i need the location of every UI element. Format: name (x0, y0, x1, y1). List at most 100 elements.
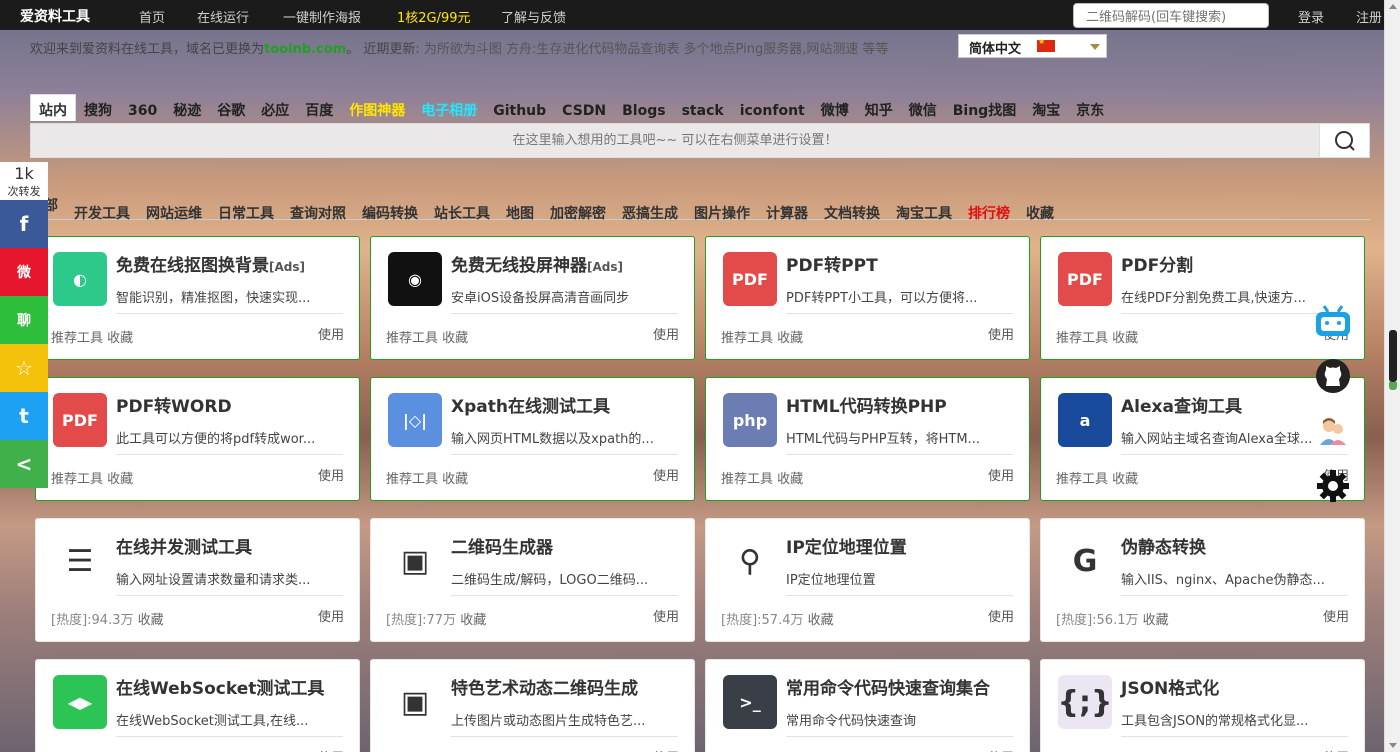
engine-tab[interactable]: 微博 (813, 95, 857, 122)
engine-tab[interactable]: 站内 (30, 94, 76, 121)
weibo-share-button[interactable]: 微 (0, 248, 48, 296)
category-tab[interactable]: 站长工具 (426, 198, 498, 226)
favorite-link[interactable]: 推荐工具 收藏 (386, 331, 468, 346)
github-button[interactable] (1312, 355, 1354, 397)
tool-title[interactable]: PDF转PPT (786, 251, 878, 276)
favorite-share-button[interactable]: ☆ (0, 344, 48, 392)
use-button[interactable]: 使用 (318, 324, 344, 343)
category-tab[interactable]: 开发工具 (66, 198, 138, 226)
tool-card[interactable]: ☰ 在线并发测试工具 输入网址设置请求数量和请求类... [热度]:94.3万 收藏 使… (35, 518, 360, 642)
scroll-up-arrow-icon[interactable] (1389, 4, 1397, 9)
tool-card[interactable]: ◐ 免费在线抠图换背景[Ads] 智能识别，精准抠图，快速实现... 推荐工具 收藏 使… (35, 236, 360, 360)
tool-card[interactable]: PDF PDF转WORD 此工具可以方便的将pdf转成wor... 推荐工具 收藏 使用 (35, 377, 360, 501)
tool-card[interactable]: ⚲ IP定位地理位置 IP定位地理位置 [热度]:57.4万 收藏 使用 (705, 518, 1030, 642)
tool-title[interactable]: 伪静态转换 (1121, 533, 1206, 558)
tool-title[interactable]: PDF分割 (1121, 251, 1193, 276)
tool-card[interactable]: php HTML代码转换PHP HTML代码与PHP互转，将HTM... 推荐工具 收… (705, 377, 1030, 501)
domain-link[interactable]: toolnb.com (264, 42, 346, 57)
wechat-share-button[interactable]: 聊 (0, 296, 48, 344)
engine-tab[interactable]: Blogs (614, 98, 673, 125)
favorite-link[interactable]: 推荐工具 收藏 (51, 472, 133, 487)
engine-tab[interactable]: 360 (120, 98, 165, 125)
category-tab[interactable]: 淘宝工具 (888, 198, 960, 226)
use-button[interactable]: 使用 (318, 747, 344, 752)
engine-tab[interactable]: Bing找图 (945, 95, 1024, 122)
recent-updates[interactable]: 为所欲为斗图 方舟:生存进化代码物品查询表 多个地点Ping服务器,网站测速 等… (424, 42, 889, 57)
tool-card[interactable]: ▣ 二维码生成器 二维码生成/解码，LOGO二维码... [热度]:77万 收藏 使用 (370, 518, 695, 642)
tool-title[interactable]: 免费无线投屏神器[Ads] (451, 251, 623, 276)
category-tab[interactable]: 地图 (498, 198, 542, 226)
page-scrollbar[interactable] (1384, 0, 1400, 752)
settings-button[interactable] (1312, 465, 1354, 507)
use-button[interactable]: 使用 (653, 606, 679, 625)
nav-feedback[interactable]: 了解与反馈 (501, 7, 566, 26)
tool-title[interactable]: Alexa查询工具 (1121, 392, 1242, 417)
favorite-link[interactable]: 收藏 (133, 613, 164, 628)
tool-title[interactable]: Xpath在线测试工具 (451, 392, 610, 417)
engine-tab[interactable]: 知乎 (857, 95, 901, 122)
nav-poster[interactable]: 一键制作海报 (283, 7, 361, 26)
tool-card[interactable]: >_常用命令代码快速查询集合常用命令代码快速查询[热度]: 收藏使用 (705, 659, 1030, 752)
tool-card[interactable]: G 伪静态转换 输入IIS、nginx、Apache伪静态... [热度]:56.1万… (1040, 518, 1365, 642)
tool-card[interactable]: {;}JSON格式化工具包含JSON的常规格式化显...[热度]: 收藏使用 (1040, 659, 1365, 752)
tool-search-input[interactable] (31, 124, 1319, 157)
category-tab[interactable]: 收藏 (1018, 198, 1062, 226)
engine-tab[interactable]: 百度 (297, 95, 341, 122)
bilibili-button[interactable] (1312, 300, 1354, 342)
engine-tab[interactable]: 谷歌 (209, 95, 253, 122)
facebook-share-button[interactable]: f (0, 200, 48, 248)
favorite-link[interactable]: 推荐工具 收藏 (1056, 331, 1138, 346)
tool-title[interactable]: JSON格式化 (1121, 674, 1219, 699)
category-tab[interactable]: 网站运维 (138, 198, 210, 226)
use-button[interactable]: 使用 (988, 324, 1014, 343)
favorite-link[interactable]: 推荐工具 收藏 (721, 331, 803, 346)
use-button[interactable]: 使用 (988, 747, 1014, 752)
use-button[interactable]: 使用 (653, 747, 679, 752)
category-tab[interactable]: 恶搞生成 (614, 198, 686, 226)
engine-tab[interactable]: stack (674, 98, 732, 125)
qrcode-decode-search-input[interactable] (1073, 3, 1269, 28)
engine-tab[interactable]: 搜狗 (76, 95, 120, 122)
nav-online-run[interactable]: 在线运行 (197, 7, 249, 26)
tool-card[interactable]: ◉ 免费无线投屏神器[Ads] 安卓iOS设备投屏高清音画同步 推荐工具 收藏 使用 (370, 236, 695, 360)
use-button[interactable]: 使用 (653, 324, 679, 343)
category-tab[interactable]: 日常工具 (210, 198, 282, 226)
use-button[interactable]: 使用 (988, 465, 1014, 484)
tool-card[interactable]: ◀▶在线WebSocket测试工具在线WebSocket测试工具,在线...[热… (35, 659, 360, 752)
tool-card[interactable]: PDF PDF转PPT PDF转PPT小工具，可以方便将... 推荐工具 收藏 使用 (705, 236, 1030, 360)
category-tab[interactable]: 排行榜 (960, 198, 1018, 226)
favorite-link[interactable]: 推荐工具 收藏 (721, 472, 803, 487)
community-button[interactable] (1312, 410, 1354, 452)
engine-tab[interactable]: Github (485, 98, 554, 125)
tool-card[interactable]: |◇| Xpath在线测试工具 输入网页HTML数据以及xpath的... 推荐工具 … (370, 377, 695, 501)
engine-tab[interactable]: 电子相册 (413, 95, 485, 122)
engine-tab[interactable]: 淘宝 (1024, 95, 1068, 122)
tool-title[interactable]: 特色艺术动态二维码生成 (451, 674, 638, 699)
use-button[interactable]: 使用 (988, 606, 1014, 625)
scroll-down-arrow-icon[interactable] (1389, 743, 1397, 748)
favorite-link[interactable]: 推荐工具 收藏 (1056, 472, 1138, 487)
login-link[interactable]: 登录 (1298, 7, 1324, 26)
use-button[interactable]: 使用 (653, 465, 679, 484)
tool-title[interactable]: IP定位地理位置 (786, 533, 907, 558)
favorite-link[interactable]: 收藏 (803, 613, 834, 628)
tool-title[interactable]: PDF转WORD (116, 392, 232, 417)
engine-tab[interactable]: 微信 (901, 95, 945, 122)
engine-tab[interactable]: CSDN (554, 98, 614, 125)
tool-title[interactable]: 常用命令代码快速查询集合 (786, 674, 990, 699)
engine-tab[interactable]: 秘迹 (165, 95, 209, 122)
more-share-button[interactable]: < (0, 440, 48, 488)
engine-tab[interactable]: 京东 (1068, 95, 1112, 122)
favorite-link[interactable]: 收藏 (456, 613, 486, 628)
register-link[interactable]: 注册 (1356, 7, 1382, 26)
category-tab[interactable]: 文档转换 (816, 198, 888, 226)
engine-tab[interactable]: 作图神器 (341, 95, 413, 122)
language-select[interactable]: 简体中文 (958, 34, 1107, 58)
tool-title[interactable]: HTML代码转换PHP (786, 392, 947, 417)
tool-card[interactable]: ▣特色艺术动态二维码生成上传图片或动态图片生成特色艺...[热度]: 收藏使用 (370, 659, 695, 752)
nav-server-promo[interactable]: 1核2G/99元 (397, 7, 471, 26)
engine-tab[interactable]: 必应 (253, 95, 297, 122)
site-logo[interactable]: 爱资料工具 (20, 6, 90, 26)
engine-tab[interactable]: iconfont (732, 98, 813, 125)
search-button[interactable] (1319, 124, 1369, 157)
